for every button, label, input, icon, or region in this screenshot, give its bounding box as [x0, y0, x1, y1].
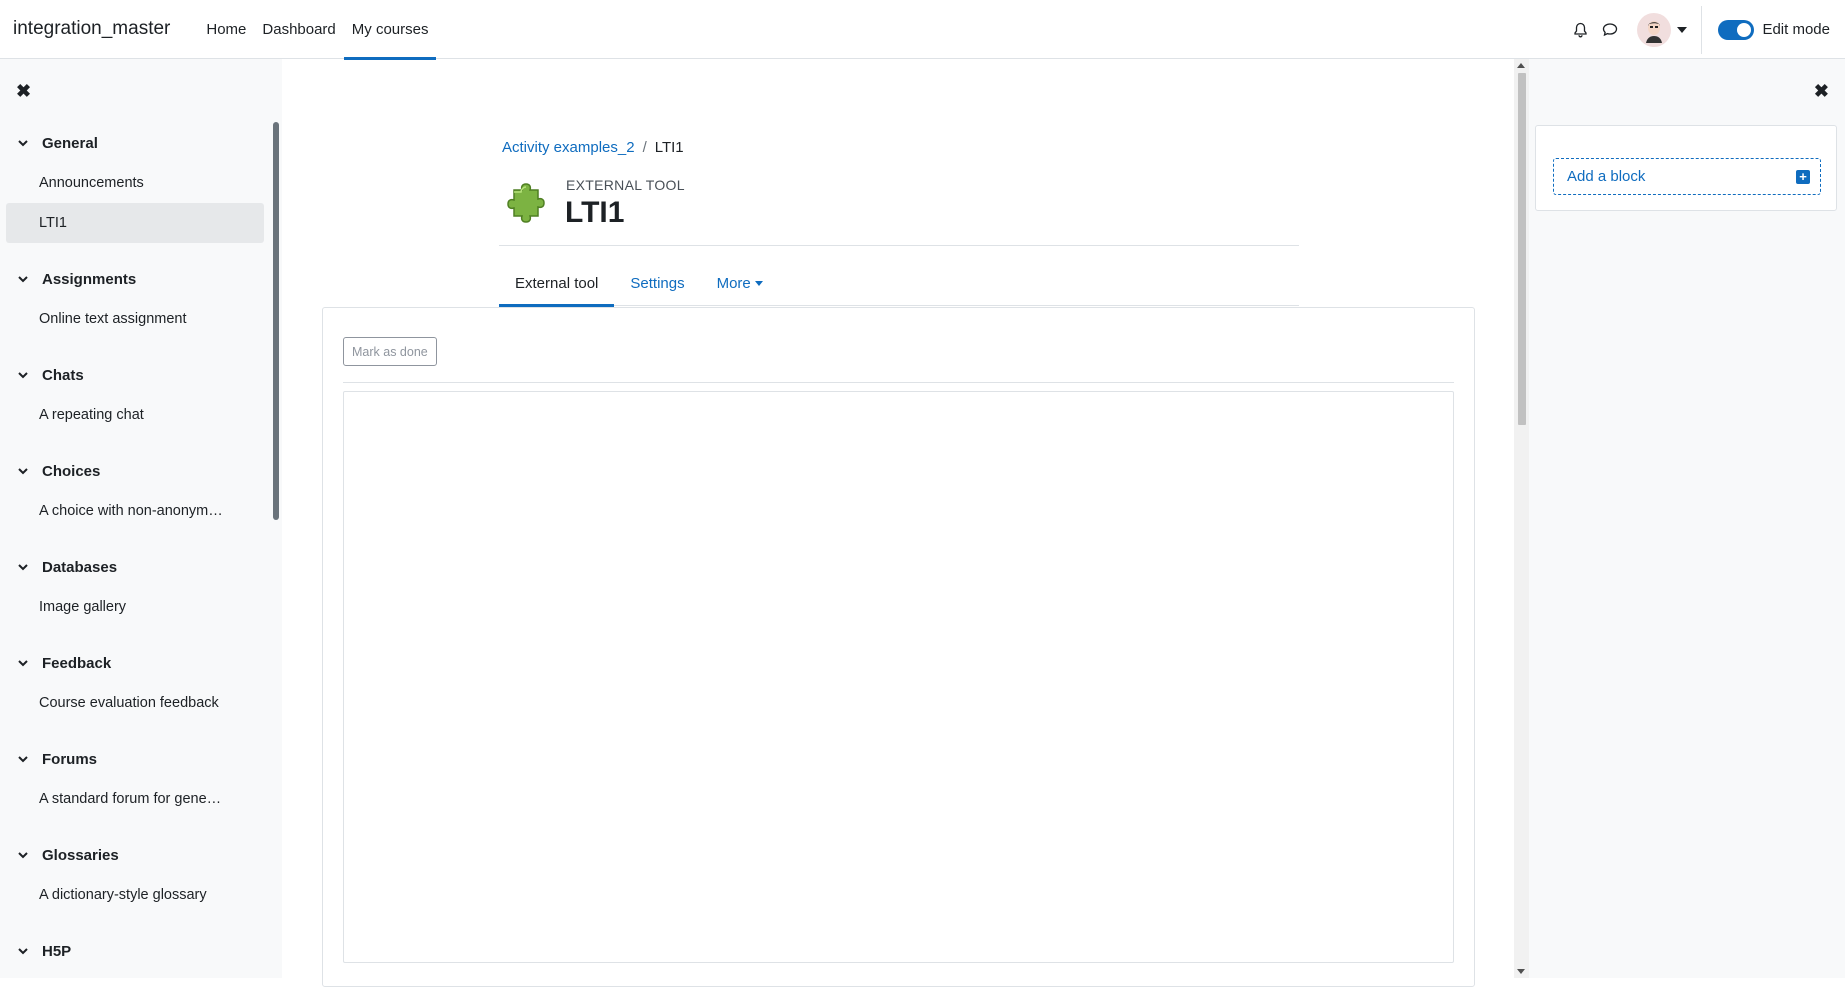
course-index-item[interactable]: Announcements	[6, 163, 264, 203]
chevron-down-icon[interactable]	[18, 138, 28, 148]
external-tool-iframe[interactable]	[343, 391, 1454, 963]
activity-type-label: EXTERNAL TOOL	[566, 177, 685, 193]
navbar-divider	[1701, 5, 1703, 54]
course-section-header[interactable]: Assignments	[6, 259, 264, 299]
course-section-header[interactable]: Chats	[6, 355, 264, 395]
course-section: Forums A standard forum for gene…	[6, 739, 264, 819]
mark-as-done-button[interactable]: Mark as done	[343, 337, 437, 366]
course-section-title: Databases	[42, 558, 118, 576]
content-divider	[343, 382, 1454, 383]
breadcrumb-course-link[interactable]: Activity examples_2	[502, 139, 635, 156]
scroll-down-arrow-icon[interactable]	[1517, 969, 1525, 974]
chevron-down-icon[interactable]	[18, 946, 28, 956]
plus-square-icon: +	[1796, 169, 1810, 184]
tab-settings[interactable]: Settings	[614, 260, 700, 306]
scroll-up-arrow-icon[interactable]	[1517, 63, 1525, 68]
course-section-title: Choices	[42, 462, 101, 480]
course-section: Databases Image gallery	[6, 547, 264, 627]
course-section-header[interactable]: Feedback	[6, 643, 264, 683]
course-section: Assignments Online text assignment	[6, 259, 264, 339]
user-navigation: Edit mode	[1565, 0, 1845, 59]
page-title: LTI1	[565, 196, 625, 229]
header-divider	[499, 245, 1299, 246]
close-course-index-icon[interactable]: ✖	[16, 81, 31, 102]
edit-mode-toggle[interactable]	[1718, 19, 1755, 40]
primary-navigation: Home Dashboard My courses	[198, 0, 437, 60]
course-index-scrollbar[interactable]	[273, 122, 279, 520]
tab-more-label: More	[716, 274, 751, 292]
tab-external-tool[interactable]: External tool	[499, 260, 615, 307]
course-section: H5P	[6, 931, 264, 971]
course-index-item[interactable]: LTI1	[6, 203, 264, 243]
course-index-item[interactable]: A repeating chat	[6, 395, 264, 435]
breadcrumb-separator: /	[642, 139, 647, 156]
course-index-item[interactable]: A standard forum for gene…	[6, 779, 264, 819]
top-navbar: integration_master Home Dashboard My cou…	[0, 0, 1845, 60]
course-section-header[interactable]: Forums	[6, 739, 264, 779]
course-section: Chats A repeating chat	[6, 355, 264, 435]
main-scrollbar-thumb[interactable]	[1518, 73, 1526, 425]
course-index: General Announcements LTI1 Assignments Onlin…	[6, 123, 264, 987]
course-section-header[interactable]: Glossaries	[6, 835, 264, 875]
course-index-item[interactable]: A choice with non-anonym…	[6, 491, 264, 531]
course-section: Glossaries A dictionary-style glossary	[6, 835, 264, 915]
external-tool-puzzle-icon	[500, 180, 546, 226]
course-index-item[interactable]: A dictionary-style glossary	[6, 875, 264, 915]
nav-dashboard-link[interactable]: Dashboard	[254, 0, 343, 59]
course-section: Choices A choice with non-anonym…	[6, 451, 264, 531]
chevron-down-icon[interactable]	[18, 562, 28, 572]
close-block-drawer-icon[interactable]: ✖	[1814, 81, 1829, 102]
site-name[interactable]: integration_master	[13, 18, 170, 40]
user-avatar[interactable]	[1637, 12, 1672, 47]
course-section-title: Forums	[42, 750, 98, 768]
block-region: Add a block +	[1535, 125, 1837, 211]
add-block-label: Add a block	[1567, 168, 1646, 185]
course-section-title: Feedback	[42, 654, 112, 672]
course-section-title: Assignments	[42, 270, 137, 288]
breadcrumb-current: LTI1	[654, 139, 684, 156]
course-section: General Announcements LTI1	[6, 123, 264, 243]
course-section-title: Glossaries	[42, 846, 119, 864]
chevron-down-icon[interactable]	[18, 850, 28, 860]
course-section-header[interactable]: Choices	[6, 451, 264, 491]
course-section-title: Chats	[42, 366, 84, 384]
course-section-header[interactable]: Databases	[6, 547, 264, 587]
course-section-title: H5P	[42, 942, 72, 960]
add-block-button[interactable]: Add a block +	[1553, 158, 1821, 195]
chevron-down-icon[interactable]	[18, 658, 28, 668]
breadcrumb: Activity examples_2 / LTI1	[502, 139, 684, 156]
chevron-down-icon[interactable]	[18, 754, 28, 764]
course-index-item[interactable]: Online text assignment	[6, 299, 264, 339]
course-section-title: General	[42, 134, 98, 152]
nav-my-courses-link[interactable]: My courses	[343, 0, 437, 60]
nav-home-link[interactable]: Home	[198, 0, 254, 59]
user-menu-chevron-down-icon[interactable]	[1677, 26, 1688, 33]
course-index-item[interactable]: Course evaluation feedback	[6, 683, 264, 723]
main-scrollbar[interactable]	[1514, 59, 1529, 978]
secondary-navigation-tabs: External tool Settings More	[499, 260, 1299, 307]
tab-more[interactable]: More	[701, 260, 779, 306]
chevron-down-icon	[754, 280, 763, 286]
course-section-header[interactable]: H5P	[6, 931, 264, 971]
course-index-item[interactable]: Image gallery	[6, 587, 264, 627]
block-drawer: ✖ Add a block +	[1529, 59, 1845, 978]
chevron-down-icon[interactable]	[18, 274, 28, 284]
course-section: Feedback Course evaluation feedback	[6, 643, 264, 723]
chevron-down-icon[interactable]	[18, 466, 28, 476]
chevron-down-icon[interactable]	[18, 370, 28, 380]
edit-mode-switch[interactable]: Edit mode	[1718, 19, 1830, 40]
course-index-drawer: ✖ General Announcements LTI1 Assignments Onl…	[0, 59, 282, 978]
edit-mode-label: Edit mode	[1762, 21, 1830, 38]
messages-chat-icon[interactable]	[1595, 15, 1625, 45]
notifications-bell-icon[interactable]	[1565, 15, 1595, 45]
course-section-header[interactable]: General	[6, 123, 264, 163]
activity-content-card: Mark as done	[322, 307, 1475, 987]
